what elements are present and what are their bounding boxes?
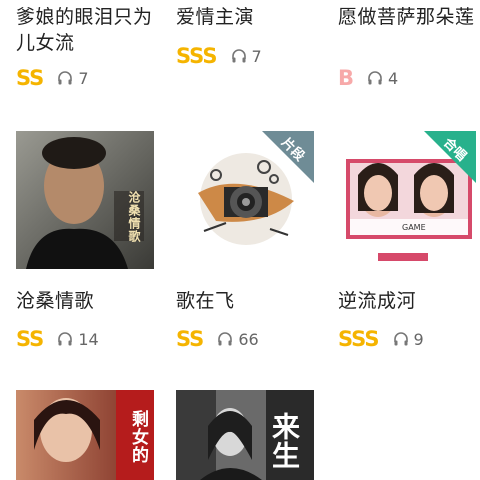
song-title: 爱情主演 (176, 6, 255, 28)
song-title: 逆流成河 (338, 290, 417, 312)
song-meta: SSS 9 (338, 327, 424, 351)
cover-text: 剩女的 (128, 410, 148, 464)
song-meta: B 4 (338, 66, 398, 90)
headphones-icon (368, 71, 382, 85)
song-meta: SS 66 (176, 327, 259, 351)
album-cover[interactable]: 片段 (176, 131, 314, 269)
song-card[interactable]: 爹娘的眼泪只为儿女流 (16, 4, 156, 56)
grade-badge: SS (16, 327, 44, 351)
album-cover[interactable]: 来生 (176, 390, 314, 480)
tag-ribbon: 片段 (262, 131, 314, 183)
song-title: 愿做菩萨那朵莲 (338, 6, 475, 28)
cover-text: 沧桑情歌 (127, 191, 141, 243)
cover-text: 来生 (268, 412, 301, 470)
song-card[interactable]: 愿做菩萨那朵莲 (338, 4, 478, 30)
play-count: 4 (388, 68, 399, 88)
grade-badge: B (338, 66, 354, 90)
grade-badge: SSS (176, 44, 217, 68)
song-title: 爹娘的眼泪只为儿女流 (16, 6, 153, 54)
song-card[interactable]: 沧桑情歌 (16, 288, 156, 314)
song-card[interactable]: 逆流成河 (338, 288, 478, 314)
song-meta: SS 14 (16, 327, 99, 351)
cover-text: GAME (402, 223, 426, 232)
song-title: 沧桑情歌 (16, 290, 95, 312)
grade-badge: SS (176, 327, 204, 351)
play-count: 7 (78, 68, 89, 88)
play-count: 9 (413, 329, 424, 349)
grade-badge: SS (16, 66, 44, 90)
album-cover[interactable]: GAME 合唱 (338, 131, 476, 269)
song-meta: SS 7 (16, 66, 89, 90)
album-cover[interactable]: 沧桑情歌 (16, 131, 154, 269)
play-count: 7 (251, 46, 262, 66)
headphones-icon (218, 332, 233, 346)
headphones-icon (58, 71, 73, 85)
headphones-icon (58, 332, 73, 346)
song-card[interactable]: 歌在飞 (176, 288, 316, 314)
album-cover[interactable]: 剩女的 (16, 390, 154, 480)
tag-ribbon: 合唱 (424, 131, 476, 183)
song-card[interactable]: 爱情主演 (176, 4, 316, 30)
play-count: 14 (78, 329, 99, 349)
song-meta: SSS 7 (176, 44, 262, 68)
play-count: 66 (238, 329, 259, 349)
song-grid: 爹娘的眼泪只为儿女流 SS 7 爱情主演 SSS 7 愿做菩萨那朵莲 B 4 沧… (0, 0, 480, 480)
grade-badge: SSS (338, 327, 379, 351)
song-title: 歌在飞 (176, 290, 235, 312)
headphones-icon (393, 332, 408, 346)
headphones-icon (231, 49, 246, 63)
